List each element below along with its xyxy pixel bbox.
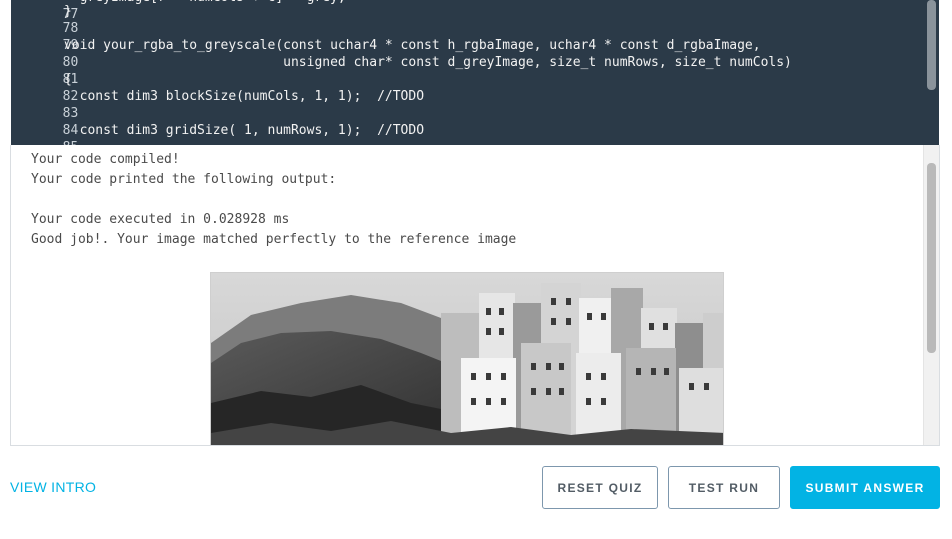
greyscale-image-illustration [211,273,723,445]
editor-scrollbar[interactable] [923,0,939,145]
output-scrollbar[interactable] [923,145,939,445]
code-text: void your_rgba_to_greyscale(const uchar4… [64,38,761,53]
output-scrollbar-thumb[interactable] [927,163,936,353]
code-text: const dim3 blockSize(numCols, 1, 1); //T… [64,89,425,104]
greyscale-output-image [210,272,724,445]
output-line: Your code printed the following output: [31,172,337,187]
view-intro-link[interactable]: VIEW INTRO [10,478,96,496]
code-line: 78} [11,3,923,36]
code-text: unsigned char* const d_greyImage, size_t… [64,55,792,70]
code-text: } [64,4,72,19]
test-run-button[interactable]: TEST RUN [668,466,780,509]
code-line: 81 unsigned char* const d_greyImage, siz… [11,54,923,87]
code-line: 85 const dim3 gridSize( 1, numRows, 1); … [11,122,923,145]
submit-answer-button[interactable]: SUBMIT ANSWER [790,466,940,509]
editor-scrollbar-thumb[interactable] [927,0,936,90]
code-editor[interactable]: 77 greyImage[r * numCols + c] = grey; 78… [11,0,939,145]
output-panel: Your code compiled! Your code printed th… [10,145,940,446]
code-text: const dim3 gridSize( 1, numRows, 1); //T… [64,123,425,138]
output-line: Good job!. Your image matched perfectly … [31,232,517,247]
output-line: Your code compiled! [31,152,180,167]
output-line: Your code executed in 0.028928 ms [31,212,290,227]
code-line: 84 [11,105,923,138]
code-line: 80 void your_rgba_to_greyscale(const ucha… [11,37,923,70]
code-text: { [64,72,72,87]
reset-quiz-button[interactable]: RESET QUIZ [542,466,658,509]
code-line: 83 const dim3 blockSize(numCols, 1, 1); … [11,88,923,121]
code-line: 79 [11,20,923,53]
code-line: 82{ [11,71,923,104]
